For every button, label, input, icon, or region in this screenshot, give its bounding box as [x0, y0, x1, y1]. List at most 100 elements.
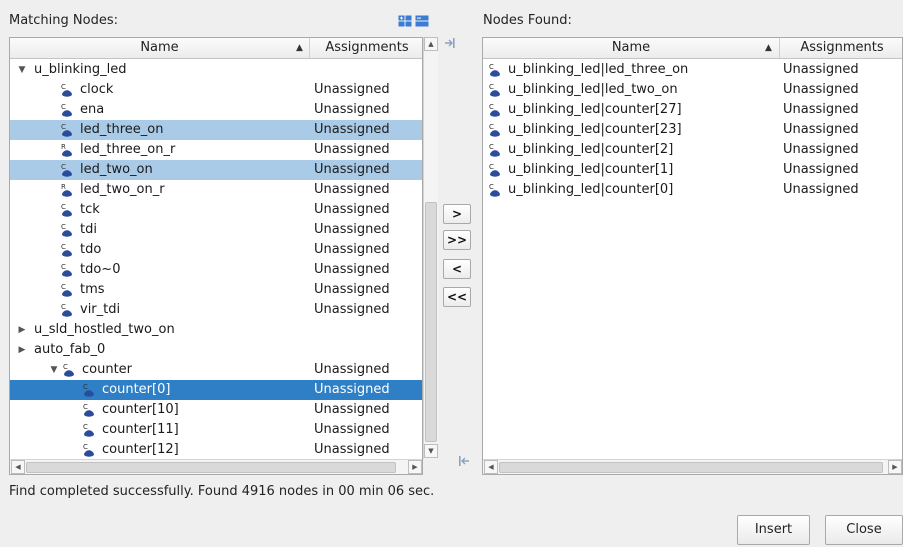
table-row[interactable]: Ctck Unassigned [10, 200, 422, 220]
node-assignment: Unassigned [314, 202, 390, 217]
svg-text:C: C [489, 163, 494, 171]
node-assignment: Unassigned [783, 122, 859, 137]
left-horizontal-scrollbar[interactable]: ◀ ▶ [10, 459, 422, 474]
matching-nodes-list: Name ▲ Assignments ▼ u_blinking_led Cclock… [9, 37, 423, 475]
node-name: auto_fab_0 [34, 342, 106, 357]
node-icon: C [488, 102, 502, 118]
table-row[interactable]: Cena Unassigned [10, 100, 422, 120]
node-icon: C [60, 262, 74, 278]
left-vertical-scroll-thumb[interactable] [425, 202, 437, 442]
node-icon: C [60, 102, 74, 118]
scroll-down-icon[interactable]: ▼ [424, 444, 438, 458]
table-row[interactable]: Ctdo Unassigned [10, 240, 422, 260]
node-assignment: Unassigned [314, 282, 390, 297]
remove-selected-button[interactable]: < [443, 259, 471, 279]
expand-arrow-open-icon[interactable]: ▼ [48, 360, 60, 380]
svg-text:C: C [63, 363, 68, 371]
table-row[interactable]: Ctms Unassigned [10, 280, 422, 300]
table-row[interactable]: Cu_blinking_led|counter[1] Unassigned [483, 160, 902, 180]
dock-icon[interactable] [444, 37, 456, 49]
register-icon: R [60, 142, 74, 158]
node-assignment: Unassigned [783, 82, 859, 97]
scroll-right-icon[interactable]: ▶ [888, 460, 902, 474]
table-row[interactable]: Ccounter[10] Unassigned [10, 400, 422, 420]
svg-text:C: C [83, 423, 88, 431]
expand-arrow-closed-icon[interactable]: ▶ [16, 320, 28, 340]
table-row[interactable]: Ccounter[12] Unassigned [10, 440, 422, 460]
svg-text:C: C [83, 403, 88, 411]
table-row[interactable]: Ctdo~0 Unassigned [10, 260, 422, 280]
node-name: tdi [80, 222, 97, 237]
svg-text:C: C [61, 283, 66, 291]
table-row[interactable]: ▶ auto_fab_0 [10, 340, 422, 360]
svg-text:C: C [489, 123, 494, 131]
svg-text:C: C [61, 103, 66, 111]
node-name: led_two_on [80, 162, 153, 177]
table-row[interactable]: Cu_blinking_led|counter[23] Unassigned [483, 120, 902, 140]
table-row[interactable]: Cu_blinking_led|counter[0] Unassigned [483, 180, 902, 200]
table-row[interactable]: ▶ u_sld_hostled_two_on [10, 320, 422, 340]
undock-icon[interactable] [458, 455, 470, 467]
node-assignment: Unassigned [783, 102, 859, 117]
scroll-right-icon[interactable]: ▶ [408, 460, 422, 474]
table-row[interactable]: Cled_two_on Unassigned [10, 160, 422, 180]
table-row[interactable]: Cu_blinking_led|led_two_on Unassigned [483, 80, 902, 100]
right-horizontal-scroll-thumb[interactable] [499, 462, 883, 473]
sort-ascending-icon: ▲ [765, 43, 772, 53]
node-name: counter[10] [102, 402, 179, 417]
table-row[interactable]: ▼ Ccounter Unassigned [10, 360, 422, 380]
table-row[interactable]: Ccounter[0] Unassigned [10, 380, 422, 400]
table-row[interactable]: Cu_blinking_led|counter[27] Unassigned [483, 100, 902, 120]
node-name: tdo~0 [80, 262, 121, 277]
node-icon: C [488, 122, 502, 138]
column-header-name[interactable]: Name [10, 38, 310, 58]
node-assignment: Unassigned [314, 382, 390, 397]
node-name: u_sld_hostled_two_on [34, 322, 175, 337]
insert-button[interactable]: Insert [737, 515, 810, 545]
node-assignment: Unassigned [314, 222, 390, 237]
remove-all-button[interactable]: << [443, 287, 471, 307]
table-row[interactable]: Cclock Unassigned [10, 80, 422, 100]
table-row[interactable]: Cled_three_on Unassigned [10, 120, 422, 140]
node-assignment: Unassigned [314, 362, 390, 377]
table-row[interactable]: Rled_three_on_r Unassigned [10, 140, 422, 160]
scroll-left-icon[interactable]: ◀ [484, 460, 498, 474]
svg-text:C: C [83, 383, 88, 391]
scroll-left-icon[interactable]: ◀ [11, 460, 25, 474]
column-header-assignments[interactable]: Assignments [310, 38, 422, 58]
close-button[interactable]: Close [825, 515, 903, 545]
node-icon: C [60, 202, 74, 218]
add-selected-button[interactable]: > [443, 204, 471, 224]
left-vertical-scrollbar[interactable]: ▲ ▼ [423, 37, 438, 459]
column-header-name[interactable]: Name [483, 38, 780, 58]
node-name: clock [80, 82, 114, 97]
expand-arrow-open-icon[interactable]: ▼ [16, 60, 28, 80]
svg-text:R: R [61, 143, 66, 151]
right-horizontal-scrollbar[interactable]: ◀ ▶ [483, 459, 902, 474]
table-row[interactable]: Ctdi Unassigned [10, 220, 422, 240]
node-name: counter [82, 362, 133, 377]
node-icon: C [488, 82, 502, 98]
svg-text:C: C [83, 443, 88, 451]
node-icon: C [488, 142, 502, 158]
expand-all-icon[interactable] [398, 15, 412, 27]
node-name: u_blinking_led|counter[1] [508, 162, 674, 177]
table-row[interactable]: Rled_two_on_r Unassigned [10, 180, 422, 200]
expand-arrow-closed-icon[interactable]: ▶ [16, 340, 28, 360]
node-name: u_blinking_led [34, 62, 127, 77]
nodes-found-label: Nodes Found: [483, 13, 572, 28]
node-icon: C [82, 442, 96, 458]
scroll-up-icon[interactable]: ▲ [424, 37, 438, 51]
column-header-assignments[interactable]: Assignments [780, 38, 902, 58]
table-row[interactable]: Cvir_tdi Unassigned [10, 300, 422, 320]
node-icon: C [488, 162, 502, 178]
left-horizontal-scroll-thumb[interactable] [26, 462, 396, 473]
table-row[interactable]: ▼ u_blinking_led [10, 60, 422, 80]
table-row[interactable]: Cu_blinking_led|counter[2] Unassigned [483, 140, 902, 160]
svg-text:C: C [61, 223, 66, 231]
collapse-all-icon[interactable] [415, 15, 429, 27]
table-row[interactable]: Cu_blinking_led|led_three_on Unassigned [483, 60, 902, 80]
add-all-button[interactable]: >> [443, 230, 471, 250]
table-row[interactable]: Ccounter[11] Unassigned [10, 420, 422, 440]
sort-ascending-icon: ▲ [296, 43, 303, 53]
